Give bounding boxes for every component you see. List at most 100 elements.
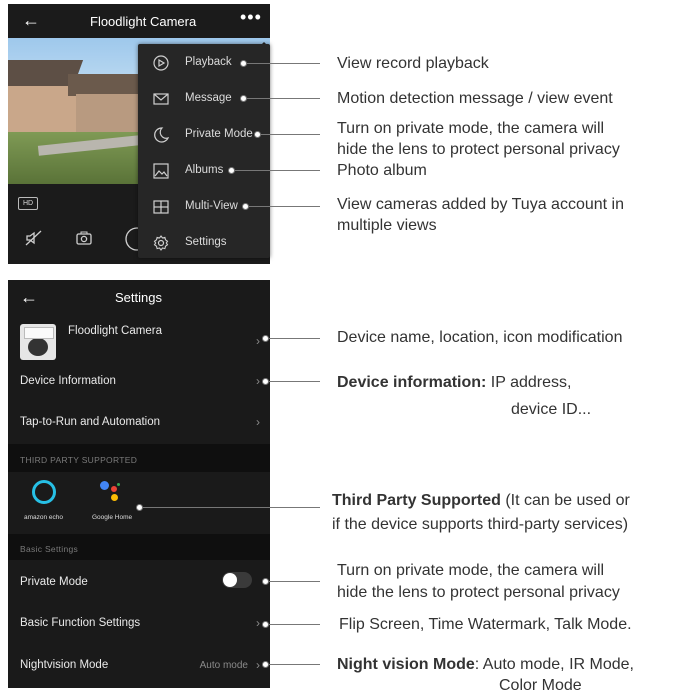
leader-dot <box>262 378 269 385</box>
house-wall-2 <box>76 94 146 132</box>
camera-snapshot-icon[interactable] <box>74 228 94 253</box>
row-label: Basic Function Settings <box>20 617 141 629</box>
section-label: THIRD PARTY SUPPORTED <box>20 455 138 465</box>
annotation-private-line2: hide the lens to protect personal privac… <box>337 141 620 158</box>
leader-dot <box>262 335 269 342</box>
arrow-left-icon[interactable]: ← <box>20 287 38 308</box>
row-label: Nightvision Mode <box>20 659 109 671</box>
playback-icon <box>152 54 170 71</box>
basic-function-settings-row[interactable]: Basic Function Settings › <box>8 608 270 640</box>
annotation-multiview-line2: multiple views <box>337 217 437 234</box>
leader-line <box>265 338 320 339</box>
chevron-right-icon: › <box>256 334 260 348</box>
section-label: Basic Settings <box>20 544 79 554</box>
settings-screen: ← Settings Floodlight Camera › Device In… <box>8 280 270 688</box>
leader-dot <box>262 578 269 585</box>
annotation-third-party-line1: Third Party Supported (It can be used or <box>332 490 630 511</box>
nightvision-value: Auto mode <box>199 660 248 671</box>
gear-icon <box>152 234 170 251</box>
leader-dot <box>228 167 235 174</box>
menu-item-label: Settings <box>185 236 227 248</box>
amazon-echo-logo[interactable]: amazon echo <box>22 478 66 524</box>
tap-to-run-row[interactable]: Tap-to-Run and Automation › <box>8 407 270 439</box>
leader-dot <box>240 95 247 102</box>
moon-icon <box>152 126 170 143</box>
device-information-row[interactable]: Device Information › <box>8 366 270 398</box>
leader-dot <box>262 621 269 628</box>
menu-item-label: Albums <box>185 164 224 176</box>
row-label: Tap-to-Run and Automation <box>20 416 161 428</box>
camera-lens-shape <box>28 338 48 356</box>
leader-dot <box>136 504 143 511</box>
annotation-nightvision-line2: Color Mode <box>499 677 582 694</box>
menu-item-label: Message <box>185 92 232 104</box>
leader-line <box>265 664 320 665</box>
menu-item-private-mode[interactable]: Private Mode <box>138 116 270 152</box>
leader-line <box>265 581 320 582</box>
chevron-right-icon: › <box>256 415 260 429</box>
chevron-right-icon: › <box>256 374 260 388</box>
page-title: Floodlight Camera <box>90 14 197 29</box>
leader-dot <box>254 131 261 138</box>
image-icon <box>152 162 170 179</box>
annotation-third-party-line2: if the device supports third-party servi… <box>332 516 629 533</box>
annotation-private2-line1: Turn on private mode, the camera will <box>337 562 605 579</box>
menu-item-label: Playback <box>185 56 232 68</box>
annotation-basic-function: Flip Screen, Time Watermark, Talk Mode. <box>339 616 632 633</box>
annotation-bold: Night vision Mode <box>337 656 475 673</box>
grid-icon <box>152 198 170 214</box>
device-name-label: Floodlight Camera <box>68 325 162 337</box>
google-dot-green <box>117 483 120 486</box>
google-dot-red <box>111 486 117 492</box>
app-header: ← Floodlight Camera ••• <box>8 4 270 38</box>
arrow-left-icon[interactable]: ← <box>22 10 40 31</box>
leader-line <box>244 98 320 99</box>
menu-item-label: Multi-View <box>185 200 238 212</box>
basic-settings-section-header: Basic Settings <box>8 534 270 560</box>
annotation-text: (It can be used or <box>500 492 630 509</box>
leader-dot <box>242 203 249 210</box>
leader-line <box>232 170 320 171</box>
menu-item-label: Private Mode <box>185 128 253 140</box>
annotation-bold: Third Party Supported <box>332 492 501 509</box>
third-party-row: amazon echo Google Home <box>8 472 270 530</box>
annotation-albums: Photo album <box>337 162 427 179</box>
dropdown-menu: Playback Message Private Mode Albums Mul… <box>138 44 270 258</box>
leader-line <box>265 624 320 625</box>
private-mode-toggle[interactable] <box>222 572 252 588</box>
annotation-device-name: Device name, location, icon modification <box>337 329 623 346</box>
annotation-multiview-line1: View cameras added by Tuya account in <box>337 196 624 213</box>
leader-line <box>140 507 320 508</box>
annotation-text: IP address, <box>486 374 572 391</box>
google-dot-blue <box>100 481 109 490</box>
leader-line <box>246 206 320 207</box>
leader-dot <box>262 661 269 668</box>
third-party-section-header: THIRD PARTY SUPPORTED <box>8 444 270 472</box>
nightvision-mode-row[interactable]: Nightvision Mode Auto mode › <box>8 650 270 682</box>
mute-icon[interactable] <box>24 228 44 253</box>
menu-item-settings[interactable]: Settings <box>138 224 270 260</box>
google-home-logo[interactable]: Google Home <box>90 478 140 524</box>
annotation-device-info-line1: Device information: IP address, <box>337 372 571 393</box>
page-title: Settings <box>115 290 162 305</box>
toggle-knob <box>223 573 237 587</box>
annotation-nightvision-line1: Night vision Mode: Auto mode, IR Mode, <box>337 654 634 675</box>
message-icon <box>152 90 170 106</box>
hd-badge[interactable]: HD <box>18 197 38 210</box>
annotation-bold: Device information: <box>337 374 487 391</box>
annotation-playback: View record playback <box>337 55 489 72</box>
row-label: Device Information <box>20 375 116 387</box>
annotation-device-info-line2: device ID... <box>511 401 592 418</box>
leader-line <box>244 63 320 64</box>
chevron-right-icon: › <box>256 658 260 672</box>
device-thumbnail <box>20 324 56 360</box>
device-name-row[interactable]: Floodlight Camera › <box>8 316 270 364</box>
google-dot-yellow <box>111 494 118 501</box>
leader-dot <box>240 60 247 67</box>
annotation-message: Motion detection message / view event <box>337 90 613 107</box>
leader-line <box>258 134 320 135</box>
amazon-echo-label: amazon echo <box>24 514 64 521</box>
menu-item-playback[interactable]: Playback <box>138 44 270 80</box>
more-horizontal-icon[interactable]: ••• <box>240 7 262 28</box>
annotation-private2-line2: hide the lens to protect personal privac… <box>337 584 620 601</box>
